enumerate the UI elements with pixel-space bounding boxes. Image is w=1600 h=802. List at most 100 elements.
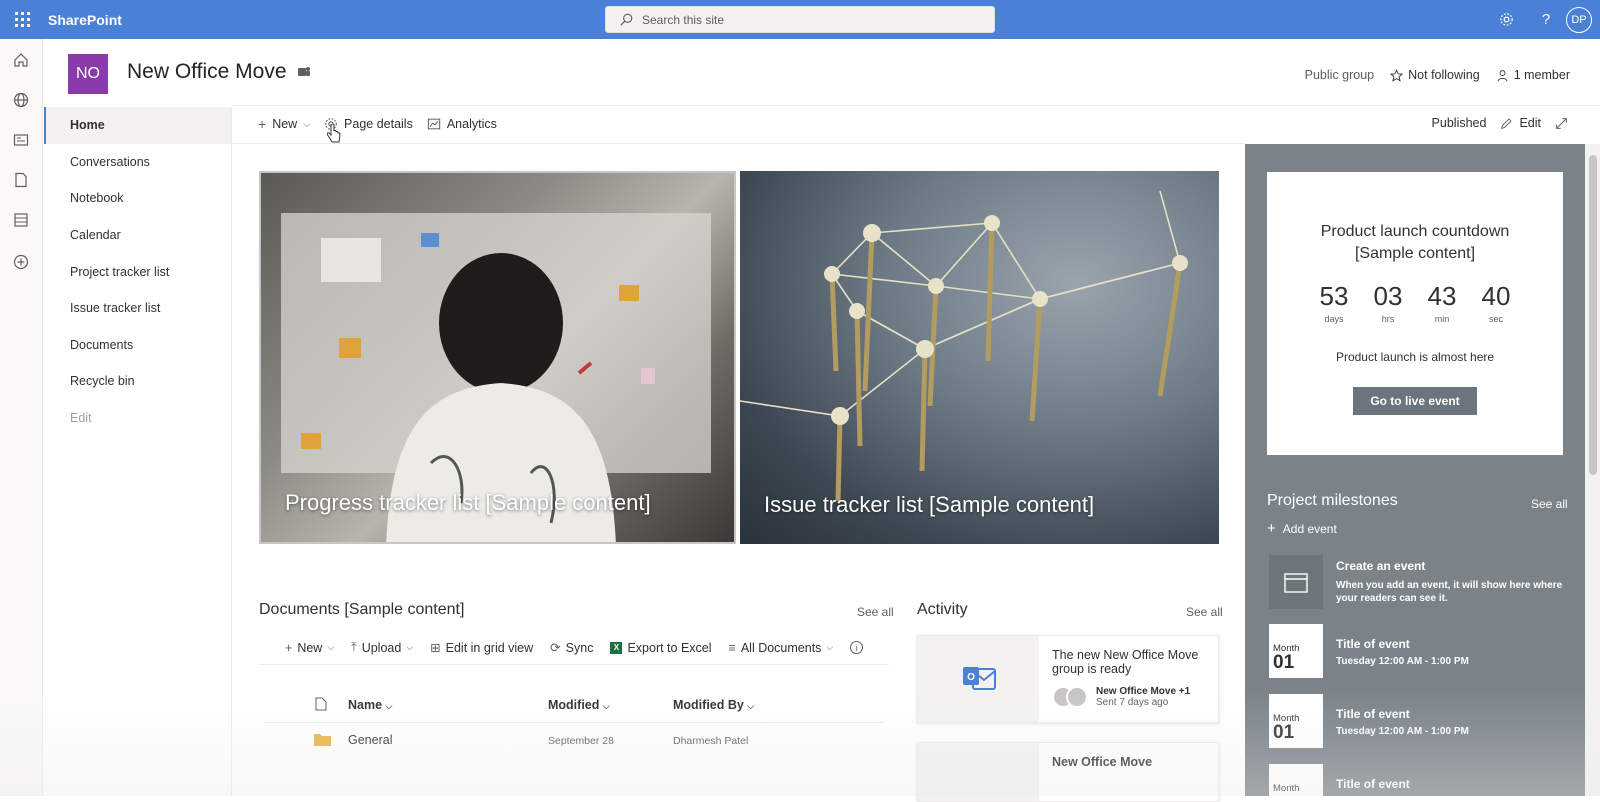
column-header-name[interactable]: Name ⌵ bbox=[348, 698, 392, 712]
countdown-title: Product launch countdown [Sample content… bbox=[1320, 223, 1510, 262]
analytics-icon bbox=[427, 118, 441, 130]
event-title[interactable]: Title of event bbox=[1336, 707, 1410, 721]
documents-see-all-link[interactable]: See all bbox=[857, 605, 894, 619]
nav-item-conversations[interactable]: Conversations bbox=[44, 144, 232, 181]
nav-divider bbox=[231, 107, 232, 796]
countdown-days: 53 bbox=[1319, 281, 1349, 311]
add-event-button[interactable]: + Add event bbox=[1267, 520, 1337, 537]
countdown-timer: 53 days 03 hrs 43 min 40 sec bbox=[1319, 281, 1511, 324]
expand-icon[interactable] bbox=[1555, 117, 1568, 130]
command-bar: + New ⌵ Page details Analytics bbox=[258, 116, 497, 132]
create-event-title[interactable]: Create an event bbox=[1336, 559, 1425, 573]
site-logo[interactable]: NO bbox=[68, 54, 108, 94]
publish-status: Published bbox=[1431, 116, 1487, 130]
nav-item-project-tracker[interactable]: Project tracker list bbox=[44, 253, 232, 290]
suite-bar: SharePoint Search this site ? DP bbox=[0, 0, 1600, 39]
hero-image-pins-network bbox=[740, 190, 1188, 502]
file-type-header-icon bbox=[315, 697, 327, 711]
outlook-mail-icon: O bbox=[962, 667, 996, 690]
go-to-live-event-button[interactable]: Go to live event bbox=[1353, 387, 1477, 415]
globe-icon[interactable] bbox=[12, 91, 30, 109]
new-button[interactable]: + New ⌵ bbox=[258, 116, 310, 132]
user-avatar[interactable]: DP bbox=[1566, 6, 1592, 33]
create-plus-icon[interactable] bbox=[12, 253, 30, 271]
view-switcher[interactable]: ≡ All Documents ⌵ bbox=[729, 641, 834, 655]
group-visibility: Public group bbox=[1304, 68, 1375, 82]
activity-card[interactable]: O The new New Office Move group is ready… bbox=[917, 635, 1219, 723]
nav-item-documents[interactable]: Documents bbox=[44, 327, 232, 364]
quick-launch-nav: Home Conversations Notebook Calendar Pro… bbox=[44, 107, 232, 436]
chevron-down-icon: ⌵ bbox=[406, 642, 414, 652]
scrollbar-thumb[interactable] bbox=[1589, 155, 1597, 475]
help-icon[interactable]: ? bbox=[1526, 0, 1566, 39]
news-icon[interactable] bbox=[12, 131, 30, 149]
hand-cursor-icon bbox=[327, 124, 341, 143]
members-button[interactable]: 1 member bbox=[1496, 68, 1570, 82]
activity-title: Activity bbox=[917, 601, 968, 618]
star-icon bbox=[1390, 68, 1404, 82]
pencil-icon bbox=[1501, 117, 1513, 129]
activity-card[interactable]: New Office Move bbox=[917, 742, 1219, 802]
activity-card-time: Sent 7 days ago bbox=[1096, 697, 1169, 708]
person-icon bbox=[1497, 69, 1508, 81]
document-icon[interactable] bbox=[12, 171, 30, 189]
app-launcher-icon[interactable] bbox=[0, 0, 44, 39]
people-avatars bbox=[1052, 686, 1090, 708]
search-box[interactable]: Search this site bbox=[605, 6, 995, 33]
follow-button[interactable]: Not following bbox=[1390, 68, 1480, 82]
nav-item-notebook[interactable]: Notebook bbox=[44, 180, 232, 217]
chevron-down-icon: ⌵ bbox=[602, 701, 610, 711]
nav-edit-link[interactable]: Edit bbox=[44, 400, 232, 437]
info-icon[interactable]: i bbox=[850, 641, 864, 654]
command-bar-divider bbox=[232, 143, 1245, 144]
column-header-modified-by[interactable]: Modified By ⌵ bbox=[673, 698, 754, 712]
table-row-modified-by[interactable]: Dharmesh Patel bbox=[673, 735, 748, 747]
site-title[interactable]: New Office Move bbox=[127, 60, 287, 84]
upload-arrow-icon: ⤒ bbox=[351, 640, 357, 654]
calendar-placeholder bbox=[1269, 555, 1323, 609]
activity-see-all-link[interactable]: See all bbox=[1186, 605, 1223, 619]
hero-tile-progress-tracker[interactable]: Progress tracker list [Sample content] bbox=[259, 171, 736, 544]
sync-icon: ⟳ bbox=[550, 641, 561, 655]
calendar-icon bbox=[1284, 573, 1308, 593]
hero-tile-issue-tracker[interactable]: Issue tracker list [Sample content] bbox=[740, 171, 1219, 544]
settings-gear-icon[interactable] bbox=[1486, 0, 1526, 39]
plus-icon: + bbox=[258, 116, 267, 132]
hero-tile-label: Issue tracker list [Sample content] bbox=[764, 492, 1095, 517]
documents-title[interactable]: Documents [Sample content] bbox=[259, 601, 464, 619]
home-icon[interactable] bbox=[12, 51, 30, 69]
app-rail bbox=[0, 39, 43, 796]
nav-item-recycle-bin[interactable]: Recycle bin bbox=[44, 363, 232, 400]
nav-item-home[interactable]: Home bbox=[44, 107, 232, 144]
edit-button[interactable]: Edit bbox=[1500, 116, 1541, 130]
milestones-see-all-link[interactable]: See all bbox=[1531, 497, 1568, 511]
sync-button[interactable]: ⟳ Sync bbox=[550, 640, 593, 656]
countdown-message: Product launch is almost here bbox=[1335, 350, 1495, 364]
event-title[interactable]: Title of event bbox=[1336, 777, 1410, 791]
list-icon[interactable] bbox=[12, 211, 30, 229]
nav-item-calendar[interactable]: Calendar bbox=[44, 217, 232, 254]
table-header-divider bbox=[264, 722, 884, 723]
excel-icon: X bbox=[610, 641, 623, 654]
hero-image-person-at-whiteboard bbox=[281, 213, 711, 542]
nav-item-issue-tracker[interactable]: Issue tracker list bbox=[44, 290, 232, 327]
upload-button[interactable]: ⤒ Upload ⌵ bbox=[351, 640, 413, 655]
column-header-modified[interactable]: Modified ⌵ bbox=[548, 698, 610, 712]
teams-icon[interactable] bbox=[297, 65, 311, 79]
export-excel-button[interactable]: X Export to Excel bbox=[610, 641, 712, 655]
chevron-down-icon: ⌵ bbox=[303, 118, 311, 129]
analytics-button[interactable]: Analytics bbox=[427, 117, 497, 131]
brand-name[interactable]: SharePoint bbox=[48, 12, 122, 28]
search-input[interactable]: Search this site bbox=[642, 13, 724, 27]
hero-tile-label: Progress tracker list [Sample content] bbox=[285, 490, 651, 515]
countdown-webpart: Product launch countdown [Sample content… bbox=[1267, 172, 1563, 455]
event-title[interactable]: Title of event bbox=[1336, 637, 1410, 651]
edit-grid-view-button[interactable]: ⊞ Edit in grid view bbox=[430, 640, 533, 656]
countdown-seconds: 40 bbox=[1481, 281, 1511, 311]
chevron-down-icon: ⌵ bbox=[385, 701, 393, 711]
milestones-title: Project milestones bbox=[1267, 492, 1398, 509]
table-row-name[interactable]: General bbox=[348, 733, 392, 747]
doc-new-button[interactable]: + New ⌵ bbox=[285, 641, 334, 655]
documents-divider bbox=[259, 664, 889, 665]
event-date-tile: Month 01 bbox=[1269, 624, 1323, 678]
